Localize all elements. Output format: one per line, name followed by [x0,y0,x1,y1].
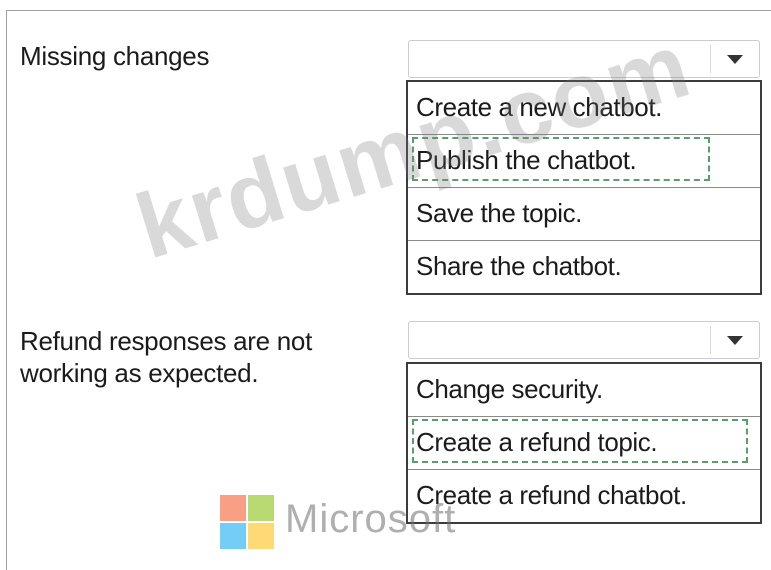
question-2-prompt: Refund responses are not working as expe… [20,326,312,388]
option-create-refund-chatbot[interactable]: Create a refund chatbot. [408,470,760,523]
option-save-topic[interactable]: Save the topic. [408,188,760,241]
chevron-down-icon[interactable] [727,336,743,345]
question-2-dropdown[interactable] [408,321,760,359]
dropdown-divider [710,45,711,73]
question-2-options-list: Change security. Create a refund topic. … [406,362,762,524]
option-create-refund-topic[interactable]: Create a refund topic. [408,417,760,470]
question-1-dropdown[interactable] [408,40,760,78]
dropdown-divider [710,326,711,354]
option-create-new-chatbot[interactable]: Create a new chatbot. [408,82,760,135]
microsoft-logo-icon [220,495,276,551]
option-publish-chatbot[interactable]: Publish the chatbot. [408,135,760,188]
option-change-security[interactable]: Change security. [408,364,760,417]
question-1-options-list: Create a new chatbot. Publish the chatbo… [406,80,762,295]
option-share-chatbot[interactable]: Share the chatbot. [408,241,760,294]
question-1-prompt: Missing changes [20,41,210,71]
chevron-down-icon[interactable] [727,55,743,64]
